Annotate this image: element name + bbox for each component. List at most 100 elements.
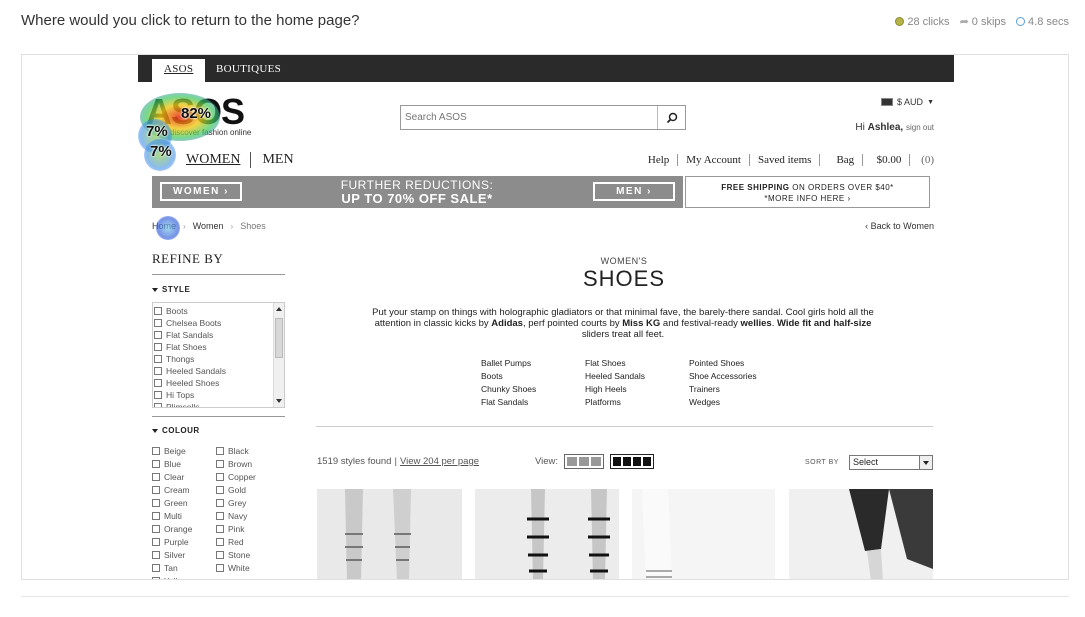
- checkbox[interactable]: [152, 525, 160, 533]
- sort-select[interactable]: Select: [849, 455, 933, 470]
- checkbox[interactable]: [216, 538, 224, 546]
- style-filter-item[interactable]: Heeled Shoes: [154, 377, 226, 389]
- scroll-up-icon[interactable]: [276, 307, 282, 311]
- checkbox[interactable]: [154, 391, 162, 399]
- checkbox[interactable]: [154, 307, 162, 315]
- category-link[interactable]: Ballet Pumps: [481, 358, 585, 369]
- colour-filter-item[interactable]: Beige: [152, 445, 216, 457]
- colour-filter-item[interactable]: Stone: [216, 549, 280, 561]
- view-per-page-link[interactable]: View 204 per page: [400, 456, 479, 467]
- desc-brand-link[interactable]: Adidas: [491, 318, 523, 329]
- checkbox[interactable]: [216, 447, 224, 455]
- checkbox[interactable]: [152, 538, 160, 546]
- colour-filter-item[interactable]: Grey: [216, 497, 280, 509]
- help-link[interactable]: Help: [640, 154, 679, 166]
- colour-filter-item[interactable]: Yellow: [152, 575, 216, 579]
- desc-category-link[interactable]: Wide fit and half-size: [777, 318, 871, 329]
- search-input[interactable]: [401, 106, 656, 129]
- checkbox[interactable]: [154, 403, 162, 407]
- category-link[interactable]: Platforms: [585, 397, 689, 408]
- shipping-more-info[interactable]: *MORE INFO HERE ›: [686, 193, 929, 204]
- tab-boutiques[interactable]: BOUTIQUES: [204, 59, 293, 82]
- category-link[interactable]: Trainers: [689, 384, 793, 395]
- style-filter-item[interactable]: Plimsolls: [154, 401, 226, 407]
- style-facet-header[interactable]: STYLE: [152, 285, 190, 294]
- category-link[interactable]: Chunky Shoes: [481, 384, 585, 395]
- category-link[interactable]: Shoe Accessories: [689, 371, 793, 382]
- breadcrumb-women[interactable]: Women: [193, 221, 224, 231]
- category-link[interactable]: Flat Shoes: [585, 358, 689, 369]
- category-link[interactable]: High Heels: [585, 384, 689, 395]
- colour-filter-item[interactable]: Clear: [152, 471, 216, 483]
- colour-filter-item[interactable]: Green: [152, 497, 216, 509]
- breadcrumb-home[interactable]: Home: [152, 221, 176, 231]
- colour-filter-item[interactable]: Black: [216, 445, 280, 457]
- sale-banner[interactable]: WOMEN › FURTHER REDUCTIONS: UP TO 70% OF…: [152, 176, 683, 208]
- colour-filter-item[interactable]: Tan: [152, 562, 216, 574]
- style-filter-item[interactable]: Thongs: [154, 353, 226, 365]
- checkbox[interactable]: [216, 551, 224, 559]
- colour-filter-item[interactable]: Gold: [216, 484, 280, 496]
- colour-filter-item[interactable]: Purple: [152, 536, 216, 548]
- colour-filter-item[interactable]: Cream: [152, 484, 216, 496]
- tab-asos[interactable]: ASOS: [152, 59, 206, 82]
- checkbox[interactable]: [154, 343, 162, 351]
- checkbox[interactable]: [152, 577, 160, 579]
- nav-women[interactable]: WOMEN: [186, 152, 252, 168]
- checkbox[interactable]: [152, 512, 160, 520]
- style-filter-item[interactable]: Flat Sandals: [154, 329, 226, 341]
- checkbox[interactable]: [216, 473, 224, 481]
- category-link[interactable]: Flat Sandals: [481, 397, 585, 408]
- style-filter-item[interactable]: Chelsea Boots: [154, 317, 226, 329]
- checkbox[interactable]: [152, 486, 160, 494]
- checkbox[interactable]: [152, 564, 160, 572]
- back-to-women-link[interactable]: ‹ Back to Women: [865, 221, 934, 231]
- nav-men[interactable]: MEN: [251, 152, 293, 168]
- grid-3-view-button[interactable]: [564, 454, 605, 469]
- style-filter-item[interactable]: Flat Shoes: [154, 341, 226, 353]
- product-image[interactable]: [317, 489, 462, 579]
- category-link[interactable]: Heeled Sandals: [585, 371, 689, 382]
- checkbox[interactable]: [154, 355, 162, 363]
- currency-selector[interactable]: $ AUD ▼: [881, 97, 934, 107]
- checkbox[interactable]: [216, 486, 224, 494]
- checkbox[interactable]: [152, 447, 160, 455]
- grid-4-view-button[interactable]: [610, 454, 655, 469]
- scroll-thumb[interactable]: [275, 318, 283, 358]
- checkbox[interactable]: [152, 473, 160, 481]
- promo-men-button[interactable]: MEN ›: [593, 182, 675, 201]
- colour-filter-item[interactable]: Red: [216, 536, 280, 548]
- style-filter-list[interactable]: Boots Chelsea Boots Flat Sandals Flat Shoes…: [152, 302, 285, 408]
- style-filter-item[interactable]: Boots: [154, 305, 226, 317]
- checkbox[interactable]: [216, 512, 224, 520]
- checkbox[interactable]: [152, 460, 160, 468]
- scroll-down-icon[interactable]: [276, 399, 282, 403]
- checkbox[interactable]: [216, 460, 224, 468]
- product-image[interactable]: [475, 489, 619, 579]
- category-link[interactable]: Boots: [481, 371, 585, 382]
- checkbox[interactable]: [154, 331, 162, 339]
- colour-filter-item[interactable]: Pink: [216, 523, 280, 535]
- colour-filter-item[interactable]: Copper: [216, 471, 280, 483]
- checkbox[interactable]: [154, 379, 162, 387]
- checkbox[interactable]: [152, 499, 160, 507]
- product-image[interactable]: [632, 489, 775, 579]
- checkbox[interactable]: [216, 499, 224, 507]
- colour-facet-header[interactable]: COLOUR: [152, 426, 200, 435]
- checkbox[interactable]: [216, 525, 224, 533]
- colour-filter-item[interactable]: White: [216, 562, 280, 574]
- my-account-link[interactable]: My Account: [678, 154, 750, 166]
- colour-filter-item[interactable]: Silver: [152, 549, 216, 561]
- saved-items-link[interactable]: Saved items: [750, 154, 821, 166]
- free-shipping-banner[interactable]: FREE SHIPPING ON ORDERS OVER $40* *MORE …: [685, 176, 930, 208]
- colour-filter-item[interactable]: Navy: [216, 510, 280, 522]
- colour-filter-item[interactable]: Multi: [152, 510, 216, 522]
- desc-brand-link[interactable]: Miss KG: [622, 318, 660, 329]
- category-link[interactable]: Wedges: [689, 397, 793, 408]
- sign-out-link[interactable]: sign out: [906, 123, 934, 132]
- style-filter-item[interactable]: Hi Tops: [154, 389, 226, 401]
- promo-women-button[interactable]: WOMEN ›: [160, 182, 242, 201]
- product-image[interactable]: [789, 489, 933, 579]
- bag-link[interactable]: Bag $0.00 (0): [820, 154, 934, 166]
- checkbox[interactable]: [216, 564, 224, 572]
